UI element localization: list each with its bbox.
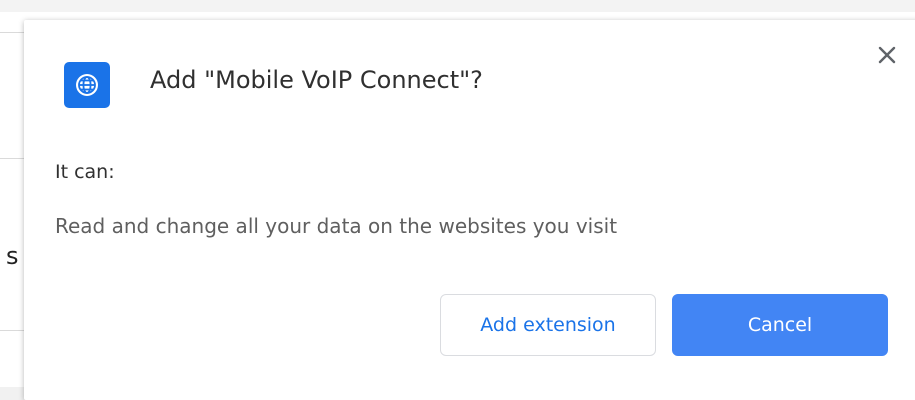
permissions-heading: It can: [55,161,115,183]
background-partial-text: s [6,242,19,270]
cancel-button[interactable]: Cancel [672,294,888,356]
globe-icon [64,62,110,108]
background-top-strip [0,0,915,12]
permission-item: Read and change all your data on the web… [55,214,618,238]
extension-install-dialog: Add "Mobile VoIP Connect"? It can: Read … [24,20,915,400]
background-divider [0,330,24,331]
background-divider [0,32,24,33]
background-divider [0,158,24,159]
close-button[interactable] [872,40,902,70]
dialog-title: Add "Mobile VoIP Connect"? [150,66,483,94]
close-icon [878,46,896,64]
add-extension-button[interactable]: Add extension [440,294,656,356]
